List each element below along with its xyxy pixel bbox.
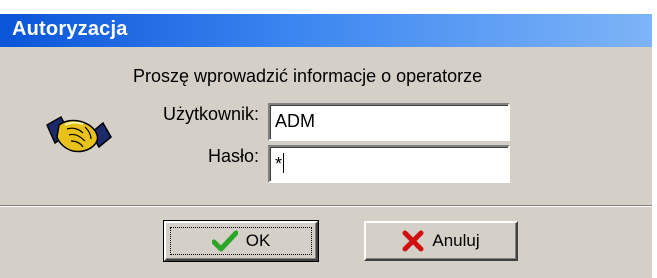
- user-label: Użytkownik:: [162, 104, 259, 124]
- dialog-footer: OK Anuluj: [0, 207, 657, 278]
- background-strip: [0, 0, 657, 14]
- password-input-value: *: [275, 154, 283, 174]
- user-input-value: ADM: [275, 111, 315, 131]
- ok-button-label: OK: [245, 231, 271, 250]
- title-bar[interactable]: Autoryzacja: [0, 14, 657, 47]
- ok-button[interactable]: OK: [163, 220, 319, 262]
- login-dialog: Autoryzacja Proszę wprowadzić informacje…: [0, 0, 657, 278]
- red-x-icon: [402, 230, 424, 252]
- password-input[interactable]: *: [268, 145, 510, 183]
- user-input[interactable]: ADM: [268, 103, 510, 141]
- checkmark-icon: [211, 230, 238, 252]
- cancel-button-label: Anuluj: [432, 231, 480, 250]
- instruction-text: Proszę wprowadzić informacje o operatorz…: [133, 66, 483, 86]
- text-caret: [283, 153, 285, 173]
- window-title: Autoryzacja: [12, 18, 128, 40]
- password-label: Hasło:: [207, 146, 259, 166]
- handshake-icon: [46, 115, 112, 153]
- dialog-body: Proszę wprowadzić informacje o operatorz…: [0, 47, 657, 205]
- focus-rectangle: [170, 227, 312, 255]
- cancel-button[interactable]: Anuluj: [364, 221, 518, 261]
- background-strip-right: [652, 14, 657, 278]
